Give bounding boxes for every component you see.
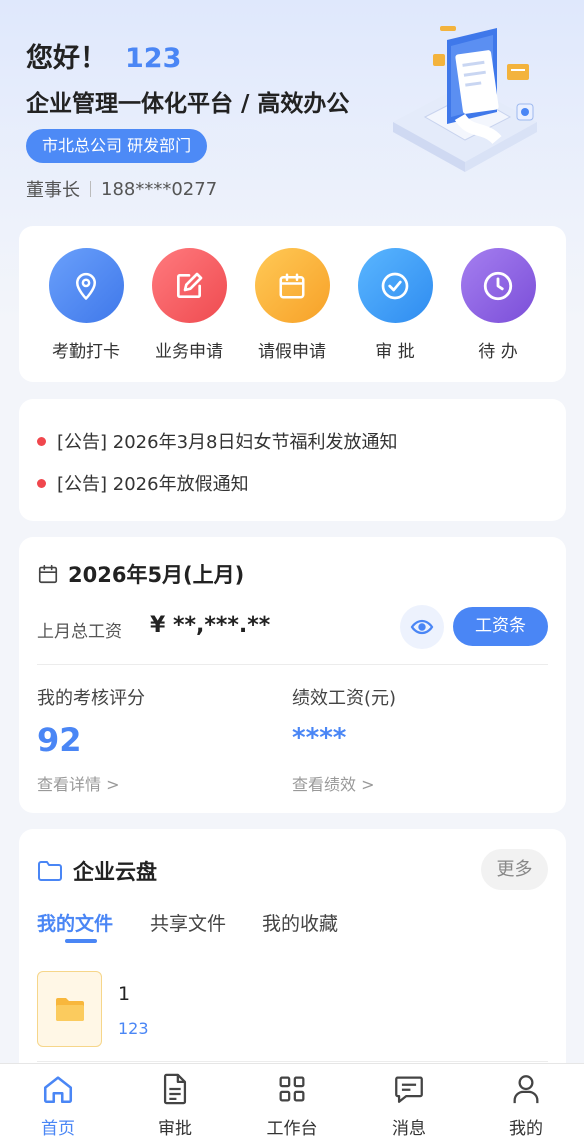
grid-icon <box>279 1076 305 1102</box>
divider <box>90 181 91 197</box>
tab-shared-files[interactable]: 共享文件 <box>150 909 226 936</box>
home-icon <box>43 1076 73 1104</box>
tab-label: 审批 <box>158 1119 192 1139</box>
header: 您好！ 123 企业管理一体化平台 / 高效办公 市北总公司 研发部门 董事长 1… <box>0 0 584 225</box>
clock-icon <box>460 248 536 323</box>
notice-text: [公告] 2026年放假通知 <box>57 474 249 495</box>
performance-detail-link[interactable]: 查看绩效 > <box>292 771 375 795</box>
greeting: 您好！ 123 <box>26 36 181 75</box>
quick-action-label: 审 批 <box>375 342 415 362</box>
quick-action-approval[interactable]: 审 批 <box>350 248 440 362</box>
tab-home[interactable]: 首页 <box>0 1064 116 1139</box>
notice-dot <box>37 478 46 488</box>
quick-action-todo[interactable]: 待 办 <box>453 248 543 362</box>
slogan: 企业管理一体化平台 / 高效办公 <box>26 91 350 117</box>
quick-actions-card: 考勤打卡 业务申请 请假申请 审 批 待 办 <box>19 226 566 382</box>
phone-text: 188****0277 <box>101 178 218 200</box>
quick-action-attendance[interactable]: 考勤打卡 <box>41 248 131 362</box>
tab-label: 消息 <box>392 1119 426 1139</box>
tab-my-files[interactable]: 我的文件 <box>37 909 113 936</box>
quick-action-business[interactable]: 业务申请 <box>144 248 234 362</box>
score-label: 我的考核评分 <box>37 688 145 709</box>
quick-action-label: 业务申请 <box>155 342 223 362</box>
message-icon <box>395 1076 423 1103</box>
tab-favorites[interactable]: 我的收藏 <box>262 909 338 936</box>
home-page: 您好！ 123 企业管理一体化平台 / 高效办公 市北总公司 研发部门 董事长 1… <box>0 0 584 1139</box>
salary-period: 2026年5月(上月) <box>68 563 245 587</box>
notice-dot <box>37 436 46 446</box>
role-text: 董事长 <box>26 180 80 201</box>
file-meta: 123 <box>118 1019 149 1038</box>
divider <box>37 664 548 665</box>
tab-messages[interactable]: 消息 <box>351 1064 467 1139</box>
tab-workbench[interactable]: 工作台 <box>234 1064 350 1139</box>
edit-icon <box>151 248 227 323</box>
quick-action-label: 请假申请 <box>258 342 326 362</box>
more-button[interactable]: 更多 <box>481 849 548 890</box>
calendar-icon <box>38 564 58 584</box>
office-illustration <box>393 26 537 172</box>
user-icon <box>513 1075 539 1104</box>
tab-approval[interactable]: 审批 <box>117 1064 233 1139</box>
performance-label: 绩效工资(元) <box>292 688 397 709</box>
calendar-icon <box>254 248 330 323</box>
folder-outline-icon <box>38 861 62 881</box>
eye-icon <box>410 619 434 635</box>
tab-label: 工作台 <box>266 1119 318 1139</box>
notice-item[interactable]: [公告] 2026年3月8日妇女节福利发放通知 <box>37 428 397 454</box>
divider <box>37 1061 548 1062</box>
username: 123 <box>125 43 182 74</box>
notice-item[interactable]: [公告] 2026年放假通知 <box>37 470 249 496</box>
document-icon <box>163 1073 187 1105</box>
quick-action-label: 待 办 <box>478 342 518 362</box>
total-salary-value: ¥ **,***.** <box>150 613 271 638</box>
cloud-drive-title-text: 企业云盘 <box>73 860 157 884</box>
folder-icon <box>37 971 102 1047</box>
file-name: 1 <box>118 983 131 1005</box>
check-circle-icon <box>357 248 433 323</box>
cloud-drive-title: 企业云盘 <box>37 856 157 886</box>
tab-label: 我的 <box>509 1119 543 1139</box>
toggle-visibility-button[interactable] <box>400 605 444 649</box>
file-list-item[interactable]: 1 123 <box>37 971 548 1049</box>
quick-action-leave[interactable]: 请假申请 <box>247 248 337 362</box>
quick-action-label: 考勤打卡 <box>52 342 120 362</box>
score-value: 92 <box>37 721 82 759</box>
salary-period-title: 2026年5月(上月) <box>37 559 244 589</box>
tab-label: 首页 <box>41 1119 75 1139</box>
salary-card: 2026年5月(上月) 上月总工资 ¥ **,***.** 工资条 我的考核评分… <box>19 537 566 813</box>
notice-text: [公告] 2026年3月8日妇女节福利发放通知 <box>57 432 398 453</box>
greeting-text: 您好！ <box>26 43 107 74</box>
bottom-tab-bar: 首页 审批 工作台 消息 我的 <box>0 1063 584 1139</box>
user-info-line: 董事长 188****0277 <box>26 176 217 202</box>
org-badge[interactable]: 市北总公司 研发部门 <box>26 129 208 163</box>
location-pin-icon <box>48 248 124 323</box>
active-tab-indicator <box>65 939 97 943</box>
payslip-button[interactable]: 工资条 <box>453 607 548 646</box>
score-detail-link[interactable]: 查看详情 > <box>37 771 120 795</box>
tab-mine[interactable]: 我的 <box>468 1064 584 1139</box>
cloud-drive-card: 企业云盘 更多 我的文件 共享文件 我的收藏 1 123 <box>19 829 566 1089</box>
total-salary-label: 上月总工资 <box>37 622 122 642</box>
performance-value: **** <box>292 723 347 753</box>
notice-card: [公告] 2026年3月8日妇女节福利发放通知 [公告] 2026年放假通知 <box>19 399 566 521</box>
